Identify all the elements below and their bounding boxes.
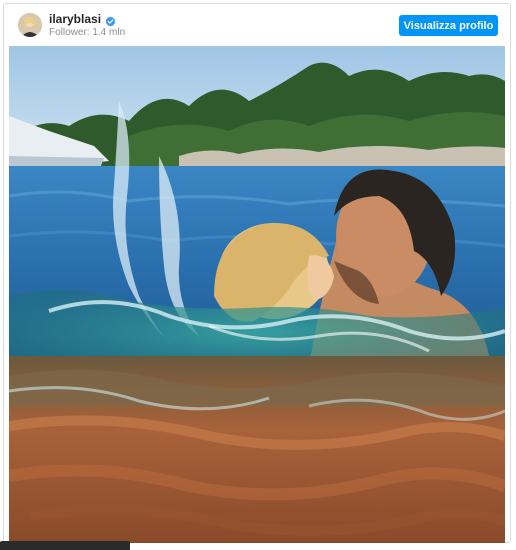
post-photo[interactable] (9, 46, 505, 543)
overlay-bar (0, 541, 130, 550)
profile-avatar[interactable] (18, 13, 42, 37)
view-profile-button[interactable]: Visualizza profilo (399, 15, 498, 36)
username-row: ilaryblasi (49, 12, 116, 27)
post-header: ilaryblasi Follower: 1.4 mln Visualizza … (4, 4, 510, 46)
instagram-embed: ilaryblasi Follower: 1.4 mln Visualizza … (3, 3, 511, 543)
username-link[interactable]: ilaryblasi (49, 12, 101, 26)
verified-badge-icon (105, 14, 116, 27)
follower-count: Follower: 1.4 mln (49, 27, 126, 38)
